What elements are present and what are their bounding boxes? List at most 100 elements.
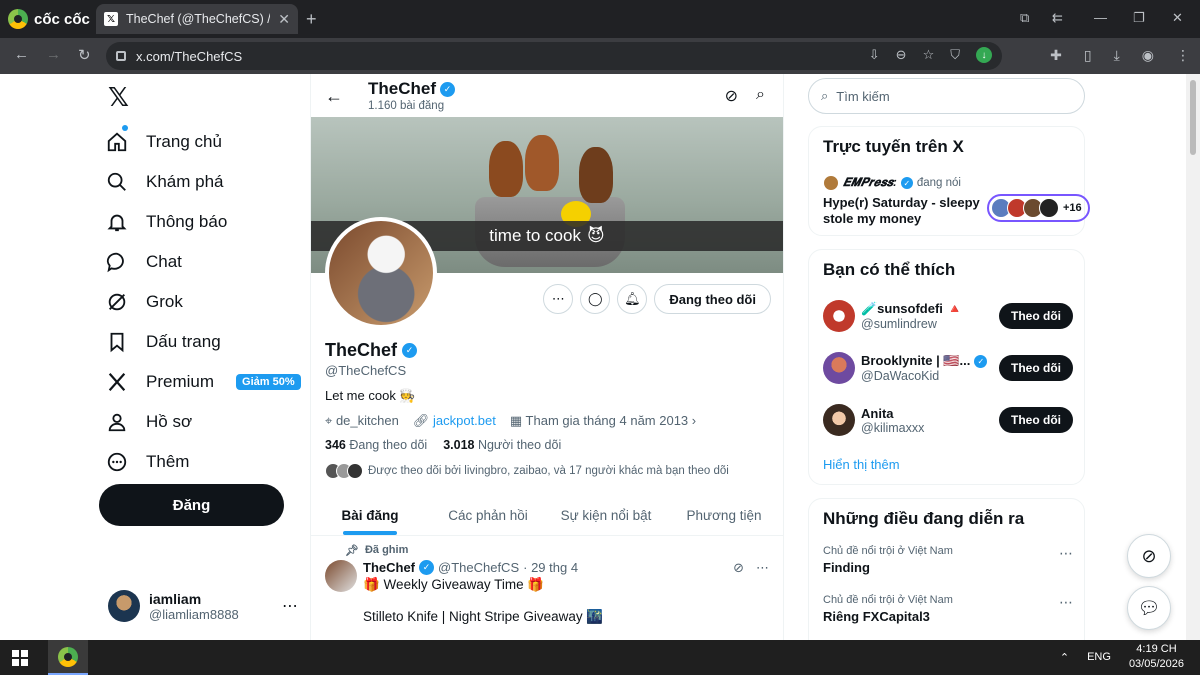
follow-button[interactable]: Theo dõi [999,407,1073,433]
join-date[interactable]: ▦ Tham gia tháng 4 năm 2013 › [510,413,696,429]
clock-date: 03/05/2026 [1128,658,1184,670]
page-scrollbar[interactable] [1186,74,1200,640]
grok-icon[interactable]: ⊘ [733,560,744,576]
suggestion-text: Anita @kilimaxxx [861,406,999,435]
browser-toolbar: ← → ↻ x.com/TheChefCS ⇩ ⊖ ☆ ⛉ ↓ ✚ ▯ ⤓ ◉ … [0,38,1200,74]
clock[interactable]: 4:19 CH 03/05/2026 [1129,642,1184,672]
menu-icon[interactable]: ⋮ [1176,47,1190,64]
suggestion-row[interactable]: 🧪sunsofdefi 🔺 @sumlindrew Theo dõi [823,296,1073,336]
location-pin-icon: ⌖ [325,413,333,428]
download-green-icon[interactable]: ↓ [976,47,992,63]
tab-media[interactable]: Phương tiện [665,496,783,535]
post-button[interactable]: Đăng [99,484,284,526]
follow-button[interactable]: Theo dõi [999,303,1073,329]
language-indicator[interactable]: ENG [1087,651,1111,663]
minimize-icon[interactable]: — [1094,10,1107,25]
restore-icon[interactable]: ❐ [1133,10,1145,26]
post-author-avatar[interactable] [325,560,357,592]
x-logo-icon[interactable]: 𝕏 [108,84,134,110]
nav-item-profile[interactable]: Hồ sơ [104,402,301,442]
message-icon[interactable]: ◯ [580,284,611,314]
taskbar-coccoc-app[interactable] [48,640,88,675]
tab-posts[interactable]: Bài đăng [311,496,429,535]
suggestion-row[interactable]: Anita @kilimaxxx Theo dõi [823,400,1073,440]
reload-icon[interactable]: ↻ [78,46,91,64]
following-button[interactable]: Đang theo dõi [654,284,771,314]
following-stat[interactable]: 346 Đang theo dõi [325,438,427,452]
zoom-icon[interactable]: ⊖ [896,47,907,63]
new-tab-icon[interactable]: + [306,9,317,29]
chevron-up-icon[interactable]: ⌃ [1060,651,1069,664]
nav-item-chat[interactable]: Chat [104,242,301,282]
space-listeners[interactable]: +16 [987,194,1090,222]
scrollbar-thumb[interactable] [1190,80,1196,155]
search-icon[interactable]: ⌕ [756,86,765,106]
pinned-label-text: Đã ghim [364,544,409,556]
trend-item[interactable]: Chủ đề nổi trội ở Việt Nam Riêng FXCapit… [823,594,1073,624]
screenshot-icon[interactable]: ⧉ [1020,10,1029,26]
trend-context: Chủ đề nổi trội ở Việt Nam [823,545,953,557]
coccoc-logo-icon [58,646,78,667]
nav-item-notifications[interactable]: Thông báo [104,202,301,242]
more-options-icon[interactable]: ⋯ [543,284,574,314]
chat-fab-icon[interactable]: 💬︎ [1127,586,1171,630]
followers-stat[interactable]: 3.018 Người theo dõi [443,438,561,452]
nav-item-premium[interactable]: Premium Giảm 50% [104,362,301,402]
live-status: đang nói [916,177,961,189]
back-icon[interactable]: ← [14,46,29,63]
show-more-link[interactable]: Hiển thị thêm [823,457,900,472]
website-link[interactable]: jackpot.bet [433,413,496,428]
nav-item-bookmarks[interactable]: Dấu trang [104,322,301,362]
tab-close-icon[interactable]: ✕ [278,11,290,28]
suggestion-row[interactable]: Brooklynite | 🇺🇸... ✓ @DaWacoKid Theo dõ… [823,348,1073,388]
account-icon[interactable]: ◉ [1142,47,1154,64]
followed-by[interactable]: Được theo dõi bởi livingbro, zaibao, và … [325,463,729,479]
post-author-name[interactable]: TheChef [363,560,415,575]
grok-fab-icon[interactable]: ⊘ [1127,534,1171,578]
back-arrow-icon[interactable]: ← [325,86,343,107]
banner-chicken-image [489,141,523,197]
live-host[interactable]: 𝑬𝑴𝑷𝒓𝒆𝒔𝒔: ✓ đang nói [823,175,961,191]
live-card-title: Trực tuyến trên X [823,137,964,156]
more-horizontal-icon[interactable]: ⋯ [1059,594,1073,611]
account-switcher[interactable]: iamliam @liamliam8888 ⋯ [108,590,298,622]
forward-icon[interactable]: → [46,46,61,63]
tab-highlights[interactable]: Sự kiện nổi bật [547,496,665,535]
browser-brand[interactable]: cốc cốc [8,8,90,30]
more-horizontal-icon[interactable]: ⋯ [756,560,769,576]
nav-item-home[interactable]: Trang chủ [104,122,301,162]
notify-bell-icon[interactable]: 🔔︎ [617,284,648,314]
nav-item-grok[interactable]: Grok [104,282,301,322]
suggestion-text: Brooklynite | 🇺🇸... ✓ @DaWacoKid [861,353,999,383]
more-horizontal-icon[interactable]: ⋯ [282,596,298,616]
follow-button[interactable]: Theo dõi [999,355,1073,381]
nav-item-explore[interactable]: Khám phá [104,162,301,202]
verified-badge-icon: ✓ [419,560,434,575]
sidebar-icon[interactable]: ▯ [1084,47,1092,64]
tab-replies[interactable]: Các phản hồi [429,496,547,535]
shield-icon[interactable]: ⛉ [950,47,960,63]
windows-start-icon[interactable] [12,650,28,666]
install-icon[interactable]: ⇩ [869,47,880,63]
who-to-follow-card: Bạn có thể thích 🧪sunsofdefi 🔺 @sumlindr… [808,249,1085,485]
address-bar[interactable]: x.com/TheChefCS ⇩ ⊖ ☆ ⛉ ↓ [106,42,1002,70]
grok-icon[interactable]: ⊘ [725,86,738,106]
post-author-handle[interactable]: @TheChefCS [438,560,519,575]
browser-tab-active[interactable]: 𝕏 TheChef (@TheChefCS) / X ✕ [96,4,298,34]
nav-item-more[interactable]: Thêm [104,442,301,482]
downloads-icon[interactable]: ⤓ [1114,47,1120,64]
my-handle: @liamliam8888 [149,606,239,622]
avatar [823,404,855,436]
profile-avatar[interactable] [325,217,437,329]
space-title[interactable]: Hype(r) Saturday - sleepy stole my money [823,195,983,227]
tab-list-icon[interactable]: ⇇ [1052,10,1063,26]
close-window-icon[interactable]: ✕ [1172,10,1183,26]
extensions-icon[interactable]: ✚ [1050,47,1062,64]
more-horizontal-icon[interactable]: ⋯ [1059,545,1073,562]
post-date[interactable]: · 29 thg 4 [523,560,578,575]
profile-header-bar: ← TheChef ✓ 1.160 bài đăng ⊘ ⌕ [311,74,783,117]
nav-label-home: Trang chủ [146,132,222,151]
star-icon[interactable]: ☆ [923,47,935,63]
search-input[interactable]: ⌕ Tìm kiếm [808,78,1085,114]
trend-item[interactable]: Chủ đề nổi trội ở Việt Nam Finding ⋯ [823,545,1073,575]
